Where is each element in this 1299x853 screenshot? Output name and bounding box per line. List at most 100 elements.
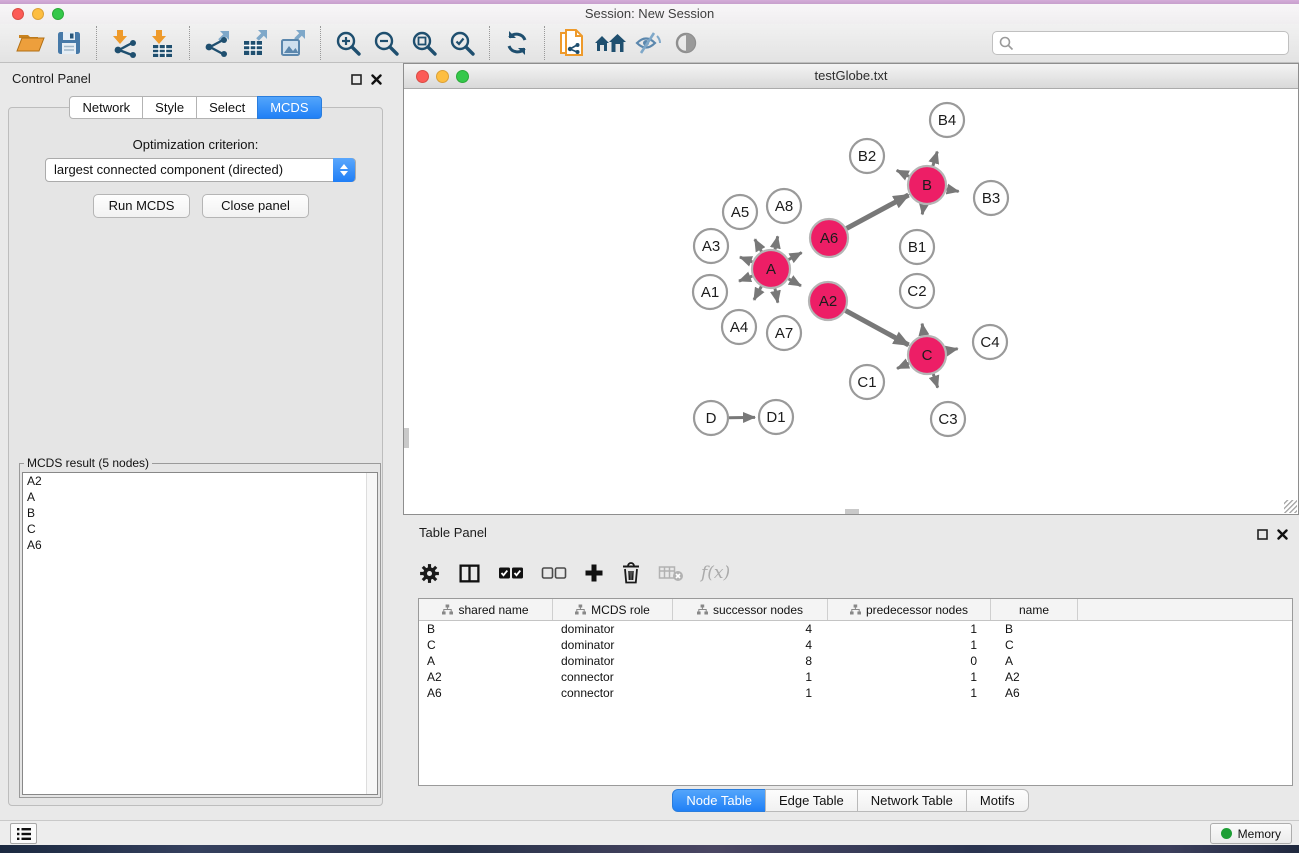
home-button[interactable] [591,26,629,60]
table-row[interactable]: A6connector11A6 [419,685,1292,701]
table-row[interactable]: Bdominator41B [419,621,1292,637]
cell[interactable]: connector [553,669,673,685]
cell[interactable]: 0 [828,653,991,669]
zoom-network-button[interactable] [456,70,469,83]
cell[interactable]: C [991,637,1078,653]
network-graph[interactable]: B4B2BB3A8A5A6A3B1AC2A1A2A4A7C4CC1DD1C3 [404,89,1298,514]
table-row[interactable]: A2connector11A2 [419,669,1292,685]
column-header-MCDS-role[interactable]: MCDS role [553,599,673,620]
run-mcds-button[interactable]: Run MCDS [93,194,190,218]
edge-A-A4[interactable] [754,287,761,300]
import-table-button[interactable] [143,26,181,60]
vertical-scrollbar-thumb[interactable] [404,428,409,448]
table-row[interactable]: Cdominator41C [419,637,1292,653]
edge-C-C2[interactable] [922,324,924,336]
tab-motifs[interactable]: Motifs [966,789,1029,812]
unselect-all-columns-button[interactable] [541,566,567,580]
zoom-selected-button[interactable] [443,26,481,60]
mcds-result-item[interactable]: A2 [23,473,377,489]
tab-network[interactable]: Network [69,96,143,119]
close-network-button[interactable] [416,70,429,83]
resize-grip[interactable] [1284,500,1297,513]
tab-node-table[interactable]: Node Table [672,789,766,812]
edge-B-B4[interactable] [933,152,937,166]
toggle-column-panel-button[interactable] [458,562,481,585]
close-window-button[interactable] [12,8,24,20]
cell[interactable]: A2 [991,669,1078,685]
cell[interactable]: connector [553,685,673,701]
cell[interactable]: dominator [553,637,673,653]
column-header-shared-name[interactable]: shared name [419,599,553,620]
edge-B-B3[interactable] [947,189,959,191]
zoom-window-button[interactable] [52,8,64,20]
open-session-button[interactable] [12,26,50,60]
search-input[interactable] [992,31,1289,55]
save-session-button[interactable] [50,26,88,60]
import-network-button[interactable] [105,26,143,60]
edge-A-A2[interactable] [788,279,801,286]
cell[interactable]: 4 [673,621,828,637]
table-settings-button[interactable] [418,562,441,585]
edge-A-A1[interactable] [739,276,752,281]
memory-button[interactable]: Memory [1210,823,1292,844]
cell[interactable]: A6 [991,685,1078,701]
cell[interactable]: 1 [673,685,828,701]
cell[interactable]: 1 [828,621,991,637]
tab-mcds[interactable]: MCDS [257,96,321,119]
table-row[interactable]: Adominator80A [419,653,1292,669]
cell[interactable]: B [991,621,1078,637]
mcds-result-item[interactable]: A6 [23,537,377,553]
edge-B-B1[interactable] [922,205,924,215]
cell[interactable]: 1 [828,637,991,653]
node-table[interactable]: shared nameMCDS rolesuccessor nodesprede… [418,598,1293,786]
mcds-result-item[interactable]: B [23,505,377,521]
cell[interactable]: A [419,653,553,669]
edge-A-A6[interactable] [789,253,802,260]
tab-edge-table[interactable]: Edge Table [765,789,858,812]
close-panel-icon[interactable] [371,72,382,90]
mcds-result-list[interactable]: A2ABCA6 [22,472,378,795]
zoom-out-button[interactable] [367,26,405,60]
criterion-dropdown[interactable]: largest connected component (directed) [45,158,356,182]
select-all-columns-button[interactable] [498,566,524,580]
cell[interactable]: 4 [673,637,828,653]
cell[interactable]: dominator [553,621,673,637]
hide-graphics-details-button[interactable] [629,26,667,60]
tab-style[interactable]: Style [142,96,197,119]
edge-A2-C[interactable] [846,311,909,345]
edge-C-C4[interactable] [947,349,958,351]
edge-A6-B[interactable] [847,195,909,228]
edge-A-A5[interactable] [755,239,762,251]
minimize-window-button[interactable] [32,8,44,20]
cell[interactable]: A2 [419,669,553,685]
column-header-predecessor-nodes[interactable]: predecessor nodes [828,599,991,620]
scrollbar-track[interactable] [366,473,377,794]
tab-network-table[interactable]: Network Table [857,789,967,812]
zoom-fit-button[interactable] [405,26,443,60]
new-network-from-file-button[interactable] [553,26,591,60]
mcds-result-item[interactable]: A [23,489,377,505]
cell[interactable]: A6 [419,685,553,701]
cell[interactable]: C [419,637,553,653]
delete-column-button[interactable] [621,562,641,584]
export-image-button[interactable] [274,26,312,60]
show-graphics-details-button[interactable] [667,26,705,60]
network-canvas[interactable]: B4B2BB3A8A5A6A3B1AC2A1A2A4A7C4CC1DD1C3 [404,89,1298,514]
cell[interactable]: dominator [553,653,673,669]
horizontal-scrollbar-thumb[interactable] [845,509,859,514]
task-history-button[interactable] [10,823,37,844]
cell[interactable]: B [419,621,553,637]
close-panel-button[interactable]: Close panel [202,194,309,218]
cell[interactable]: 1 [828,685,991,701]
cell[interactable]: 1 [673,669,828,685]
network-window-titlebar[interactable]: testGlobe.txt [404,64,1298,89]
edge-A-A7[interactable] [775,289,778,303]
export-network-button[interactable] [198,26,236,60]
close-panel-icon[interactable] [1277,527,1288,545]
float-panel-icon[interactable] [351,72,362,90]
refresh-button[interactable] [498,26,536,60]
export-table-button[interactable] [236,26,274,60]
column-header-name[interactable]: name [991,599,1078,620]
edge-B-B2[interactable] [897,170,909,176]
zoom-in-button[interactable] [329,26,367,60]
